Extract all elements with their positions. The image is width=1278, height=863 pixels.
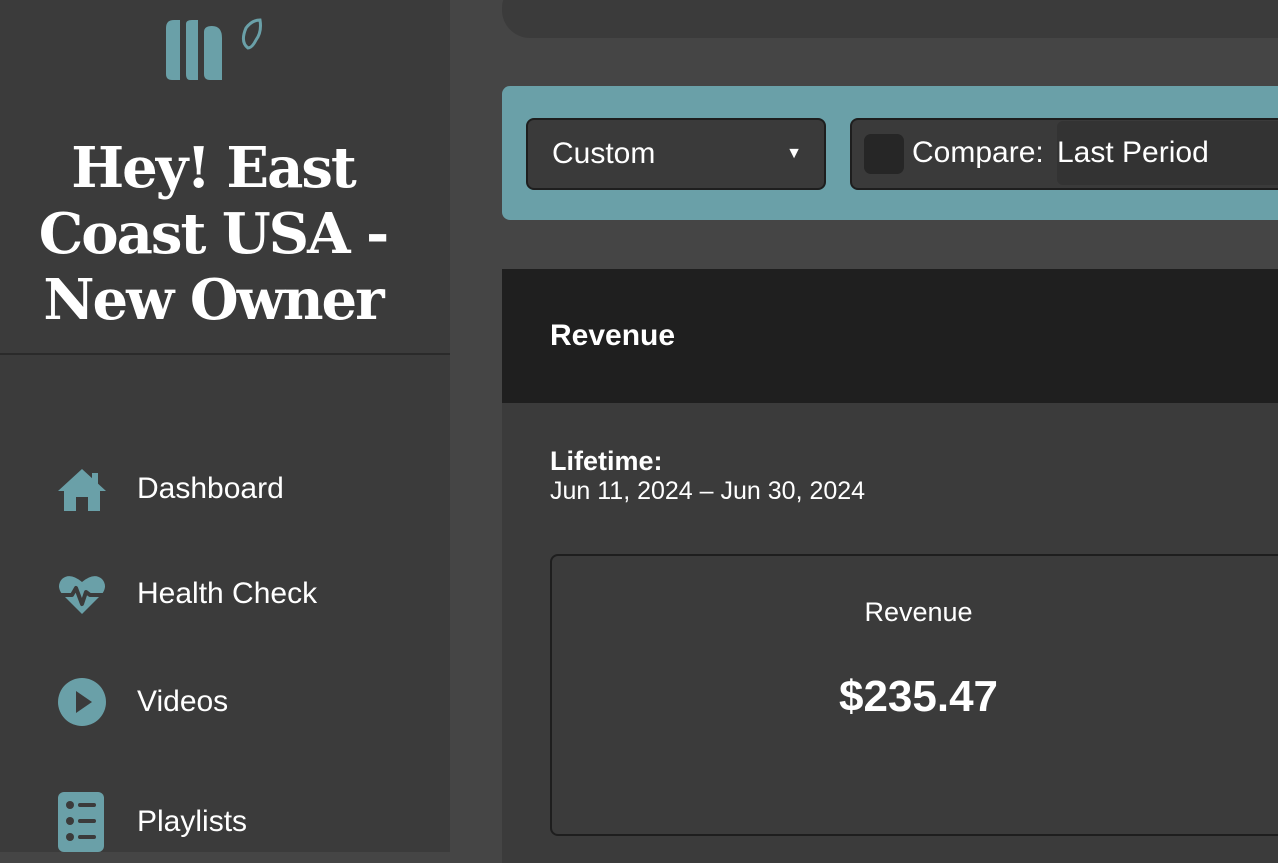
chevron-down-icon: ▼: [786, 145, 802, 162]
sidebar-item-label: Health Check: [137, 577, 318, 610]
home-icon: [58, 469, 106, 511]
date-range-select[interactable]: Custom ▼: [526, 118, 826, 190]
sidebar-item-label: Videos: [137, 685, 229, 718]
stat-card-value: $235.47: [838, 672, 999, 721]
lifetime-label: Lifetime:: [550, 446, 663, 476]
compare-period-value: Last Period: [1057, 136, 1209, 169]
revenue-section-header: Revenue: [502, 269, 1278, 403]
sidebar-item-playlists[interactable]: Playlists: [56, 792, 436, 852]
sidebar-item-health-check[interactable]: Health Check: [56, 564, 436, 624]
sidebar-item-label: Playlists: [137, 805, 248, 838]
list-icon: [58, 792, 104, 852]
sidebar: Hey! East Coast USA - New Owner Dashboar…: [0, 0, 450, 852]
compare-period-select[interactable]: Last Period: [1057, 121, 1278, 185]
heartbeat-icon: [56, 576, 108, 614]
compare-label: Compare:: [912, 136, 1044, 169]
sidebar-item-label: Dashboard: [137, 472, 284, 505]
section-title: Revenue: [550, 319, 676, 352]
channel-title: Hey! East Coast USA - New Owner: [38, 135, 390, 333]
top-bar: [502, 0, 1278, 38]
compare-checkbox[interactable]: [864, 134, 904, 174]
leaf-logo-icon[interactable]: [164, 18, 264, 84]
play-circle-icon: [58, 678, 106, 726]
sidebar-item-videos[interactable]: Videos: [56, 672, 436, 732]
stat-card-label: Revenue: [864, 597, 973, 627]
sidebar-divider: [0, 353, 450, 355]
sidebar-item-dashboard[interactable]: Dashboard: [56, 459, 436, 519]
date-range-value: Custom: [552, 137, 656, 170]
lifetime-date-range: Jun 11, 2024 – Jun 30, 2024: [550, 477, 866, 505]
